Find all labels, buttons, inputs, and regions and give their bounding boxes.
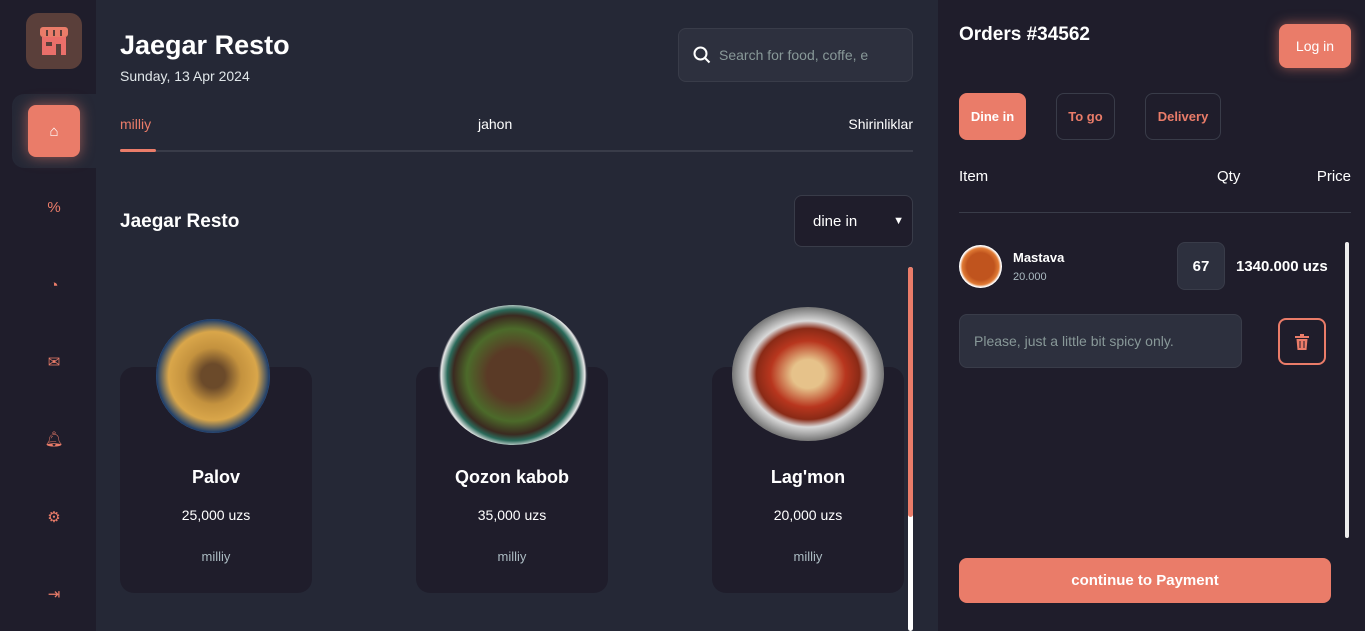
column-price: Price — [1316, 168, 1351, 185]
category-tabs: milliy jahon Shirinliklar — [120, 116, 913, 152]
dashboard-icon: ◔ — [49, 276, 59, 294]
item-unit-price: 20.000 — [1013, 271, 1047, 283]
dish-card[interactable]: Lag'mon 20,000 uzs milliy — [712, 307, 904, 593]
nav-notifications[interactable]: 🔔︎ — [28, 413, 80, 465]
order-type-select[interactable]: dine in ▼ — [794, 195, 913, 247]
message-icon: ✉ — [47, 354, 61, 371]
section-title: Jaegar Resto — [120, 211, 240, 232]
column-item: Item — [959, 168, 989, 185]
nav-settings[interactable]: ⚙ — [28, 491, 80, 543]
date: Sunday, 13 Apr 2024 — [120, 68, 250, 84]
dish-image — [438, 305, 588, 445]
tab-milliy[interactable]: milliy — [120, 116, 151, 132]
search-input[interactable]: Search for food, coffe, e — [678, 28, 913, 82]
tab-shirinliklar[interactable]: Shirinliklar — [848, 116, 913, 132]
item-name: Mastava — [1013, 250, 1065, 265]
continue-to-payment-button[interactable]: continue to Payment — [959, 558, 1331, 603]
item-total: 1340.000 uzs — [1236, 258, 1328, 275]
dish-card[interactable]: Qozon kabob 35,000 uzs milliy — [416, 305, 608, 593]
tab-delivery[interactable]: Delivery — [1145, 93, 1221, 140]
quantity-field[interactable]: 67 — [1177, 242, 1225, 290]
dish-image — [156, 319, 270, 433]
store-logo-icon[interactable] — [26, 13, 82, 69]
nav-home[interactable]: ⌂ — [28, 105, 80, 157]
order-title: Orders #34562 — [959, 24, 1090, 45]
dish-image — [732, 307, 884, 441]
sidebar: ⌂ % ◔ ✉ 🔔︎ ⚙ ⇥ — [0, 0, 96, 631]
order-panel: Orders #34562 Log in Dine in To go Deliv… — [938, 0, 1365, 631]
column-qty: Qty — [1217, 168, 1241, 185]
trash-icon — [1295, 333, 1309, 350]
main: Jaegar Resto Sunday, 13 Apr 2024 Search … — [96, 0, 938, 631]
active-tab-indicator — [120, 149, 156, 152]
nav-discount[interactable]: % — [28, 181, 80, 233]
order-note-input[interactable]: Please, just a little bit spicy only. — [959, 314, 1242, 368]
discount-icon: % — [47, 198, 61, 216]
search-icon — [693, 46, 711, 64]
page-title: Jaegar Resto — [120, 30, 290, 60]
nav-dashboard[interactable]: ◔ — [28, 259, 80, 311]
tab-jahon[interactable]: jahon — [478, 116, 512, 132]
chevron-down-icon: ▼ — [893, 215, 904, 227]
scrollbar[interactable] — [1345, 242, 1349, 538]
home-icon: ⌂ — [49, 122, 59, 140]
logout-icon: ⇥ — [47, 586, 61, 603]
scrollbar[interactable] — [908, 267, 913, 631]
nav-logout[interactable]: ⇥ — [28, 568, 80, 620]
dish-card[interactable]: Palov 25,000 uzs milliy — [120, 319, 312, 593]
nav-messages[interactable]: ✉ — [28, 336, 80, 388]
settings-icon: ⚙ — [47, 509, 61, 526]
notification-icon: 🔔︎ — [44, 431, 64, 448]
tab-to-go[interactable]: To go — [1056, 93, 1115, 140]
tab-dine-in[interactable]: Dine in — [959, 93, 1026, 140]
delete-button[interactable] — [1278, 318, 1326, 365]
item-thumbnail — [959, 245, 1002, 288]
login-button[interactable]: Log in — [1279, 24, 1351, 68]
